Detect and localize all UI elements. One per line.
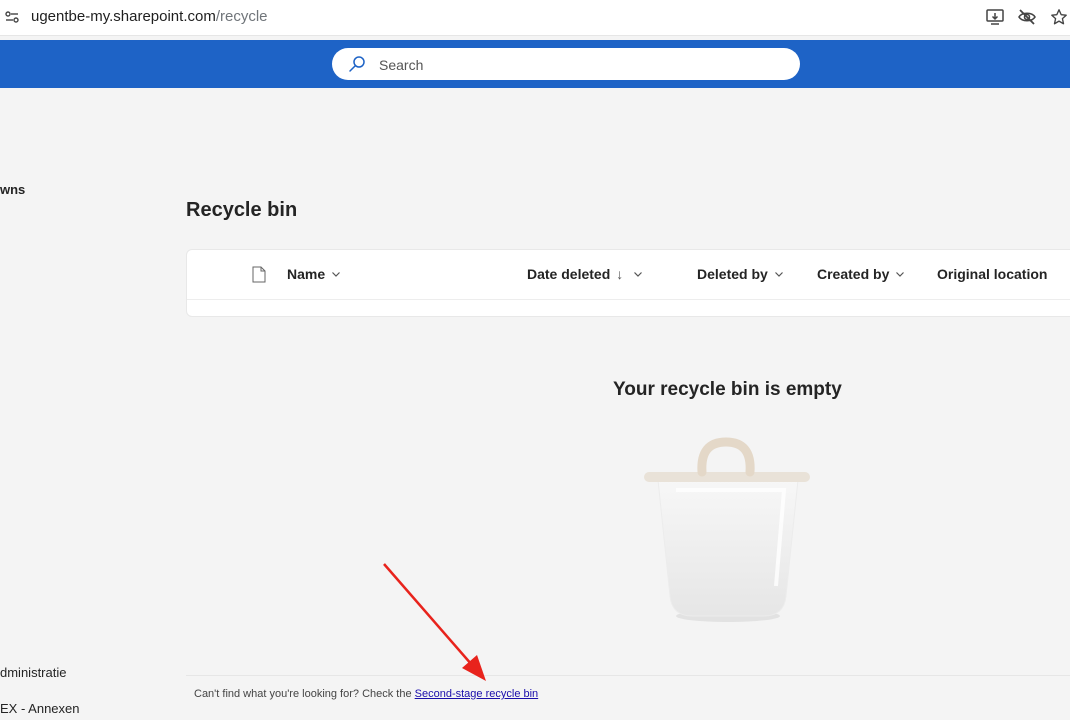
nav-item-annexen[interactable]: EX - Annexen (0, 701, 80, 716)
column-header-created-by[interactable]: Created by (817, 266, 905, 282)
address-url[interactable]: ugentbe-my.sharepoint.com/recycle (31, 8, 268, 25)
search-box[interactable]: Search (332, 48, 800, 80)
column-header-name[interactable]: Name (287, 266, 341, 282)
column-date-deleted-label: Date deleted (527, 266, 611, 282)
tracking-protection-icon[interactable] (1016, 6, 1038, 28)
table-header-divider (187, 299, 1070, 300)
bookmark-star-icon[interactable] (1048, 6, 1070, 28)
url-path: /recycle (215, 8, 268, 25)
chevron-down-icon (896, 272, 905, 277)
site-settings-icon[interactable] (4, 9, 20, 25)
recycle-table: Name Date deleted ↓ Deleted by Created b… (186, 249, 1070, 317)
nav-item-administratie[interactable]: dministratie (0, 665, 66, 680)
annotation-arrow (383, 563, 486, 681)
column-deleted-by-label: Deleted by (697, 266, 768, 282)
search-icon (349, 56, 365, 72)
chevron-down-icon (634, 272, 643, 277)
url-host: ugentbe-my.sharepoint.com (31, 8, 216, 25)
page-title: Recycle bin (186, 199, 298, 221)
column-header-date-deleted[interactable]: Date deleted ↓ (527, 266, 643, 282)
column-header-original-location[interactable]: Original location (937, 266, 1047, 282)
install-app-icon[interactable] (984, 6, 1006, 28)
file-type-icon[interactable] (252, 266, 266, 283)
column-name-label: Name (287, 266, 326, 282)
search-placeholder: Search (379, 57, 424, 73)
empty-recycle-bin-illustration (644, 437, 810, 622)
suite-header: Search (0, 40, 1070, 88)
chevron-down-icon (774, 272, 783, 277)
nav-item-top[interactable]: wns (0, 182, 25, 197)
chevron-down-icon (332, 272, 341, 277)
column-original-location-label: Original location (937, 266, 1048, 282)
column-created-by-label: Created by (817, 266, 890, 282)
browser-address-bar: ugentbe-my.sharepoint.com/recycle (0, 0, 1070, 36)
column-header-deleted-by[interactable]: Deleted by (697, 266, 784, 282)
sort-descending-icon: ↓ (616, 266, 624, 282)
empty-state-message: Your recycle bin is empty (613, 379, 842, 400)
footer-divider (186, 675, 1070, 676)
